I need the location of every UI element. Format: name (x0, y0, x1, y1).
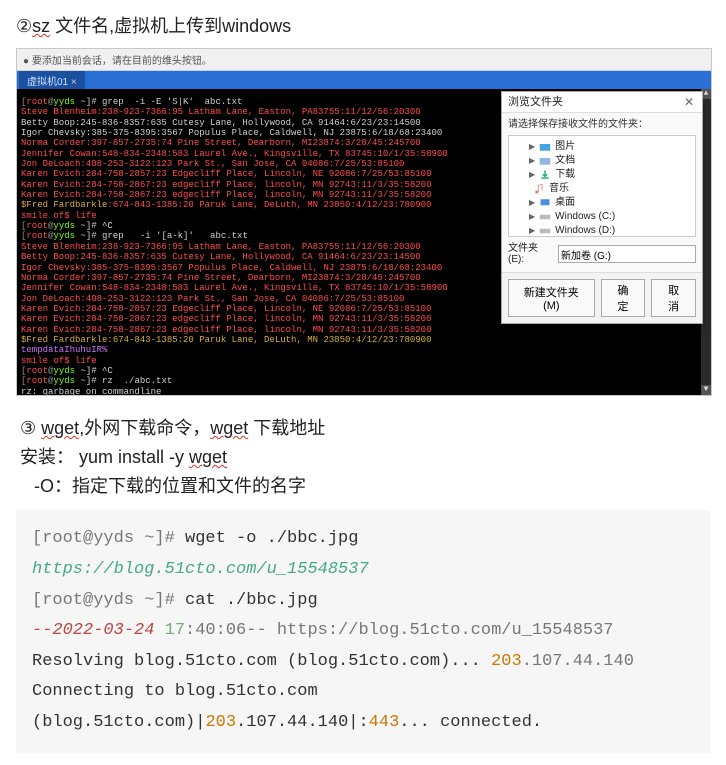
chevron-right-icon: ▶ (529, 142, 535, 151)
ok-button[interactable]: 确定 (601, 279, 646, 317)
wget-cmd-2: wget (210, 418, 248, 438)
close-icon: ✕ (684, 95, 694, 109)
filename-label: 文件夹(E): (508, 243, 554, 266)
install-wget-cmd: wget (189, 447, 227, 467)
dialog-title: 浏览文件夹 (508, 96, 563, 109)
desktop-icon (539, 197, 551, 209)
bullet-2: ② (16, 16, 32, 36)
tree-item-documents[interactable]: ▶文档 (515, 154, 689, 168)
codeblock: [root@yyds ~]# wget -o ./bbc.jpg https:/… (16, 510, 710, 752)
tab-bar: 虚拟机01 × (17, 71, 711, 89)
tree-item-drive-d[interactable]: ▶Windows (D:) (515, 224, 689, 237)
tree-item-music[interactable]: 音乐 (515, 182, 689, 196)
tree-item-downloads[interactable]: ▶下载 (515, 168, 689, 182)
folder-tree[interactable]: ▶图片 ▶文档 ▶下载 音乐 ▶桌面 ▶Windows (C:) ▶Window… (508, 135, 696, 237)
bullet-3: ③ (20, 418, 36, 438)
terminal-output: [root@yyds ~]# grep -i -E 'S|K' abc.txt … (17, 89, 711, 395)
section-wget-heading: ③ wget,外网下载命令，wget 下载地址 安装： yum install … (16, 414, 710, 500)
close-button[interactable]: ✕ (682, 95, 696, 109)
dialog-instruction: 请选择保存接收文件的文件夹： (508, 119, 696, 131)
terminal-tab[interactable]: 虚拟机01 × (19, 71, 85, 90)
wget-cmd-1: wget (41, 418, 79, 438)
terminal-screenshot: ● 要添加当前会话，请在目前的维头按钮。 虚拟机01 × [root@yyds … (16, 48, 712, 396)
drive-icon (539, 225, 551, 237)
folder-icon (539, 141, 551, 153)
tree-item-pictures[interactable]: ▶图片 (515, 140, 689, 154)
install-line: 安装： yum install -y wget (20, 443, 710, 472)
chevron-right-icon: ▶ (529, 170, 535, 179)
new-folder-button[interactable]: 新建文件夹(M) (508, 279, 595, 317)
music-icon (533, 183, 545, 195)
cancel-button[interactable]: 取消 (651, 279, 696, 317)
folder-icon (539, 155, 551, 167)
tree-item-drive-c[interactable]: ▶Windows (C:) (515, 210, 689, 224)
scroll-down-icon[interactable]: ▼ (701, 385, 711, 395)
toolbar-hint: ● 要添加当前会话，请在目前的维头按钮。 (17, 49, 711, 71)
chevron-right-icon: ▶ (529, 156, 535, 165)
tab-close-icon[interactable]: × (71, 77, 77, 88)
save-folder-dialog: 浏览文件夹 ✕ 请选择保存接收文件的文件夹： ▶图片 ▶文档 ▶下载 音乐 ▶桌… (501, 91, 703, 324)
download-icon (539, 169, 551, 181)
chevron-right-icon: ▶ (529, 198, 535, 207)
section-sz-heading: ②sz 文件名,虚拟机上传到windows (16, 12, 710, 38)
dialog-titlebar: 浏览文件夹 ✕ (502, 92, 702, 113)
drive-icon (539, 211, 551, 223)
sz-rest: 文件名,虚拟机上传到windows (50, 16, 291, 36)
sz-cmd: sz (32, 16, 50, 36)
filename-input[interactable] (558, 245, 696, 263)
option-o-line: -O：指定下载的位置和文件的名字 (34, 472, 710, 501)
chevron-right-icon: ▶ (529, 212, 535, 221)
chevron-right-icon: ▶ (529, 226, 535, 235)
tree-item-desktop[interactable]: ▶桌面 (515, 196, 689, 210)
